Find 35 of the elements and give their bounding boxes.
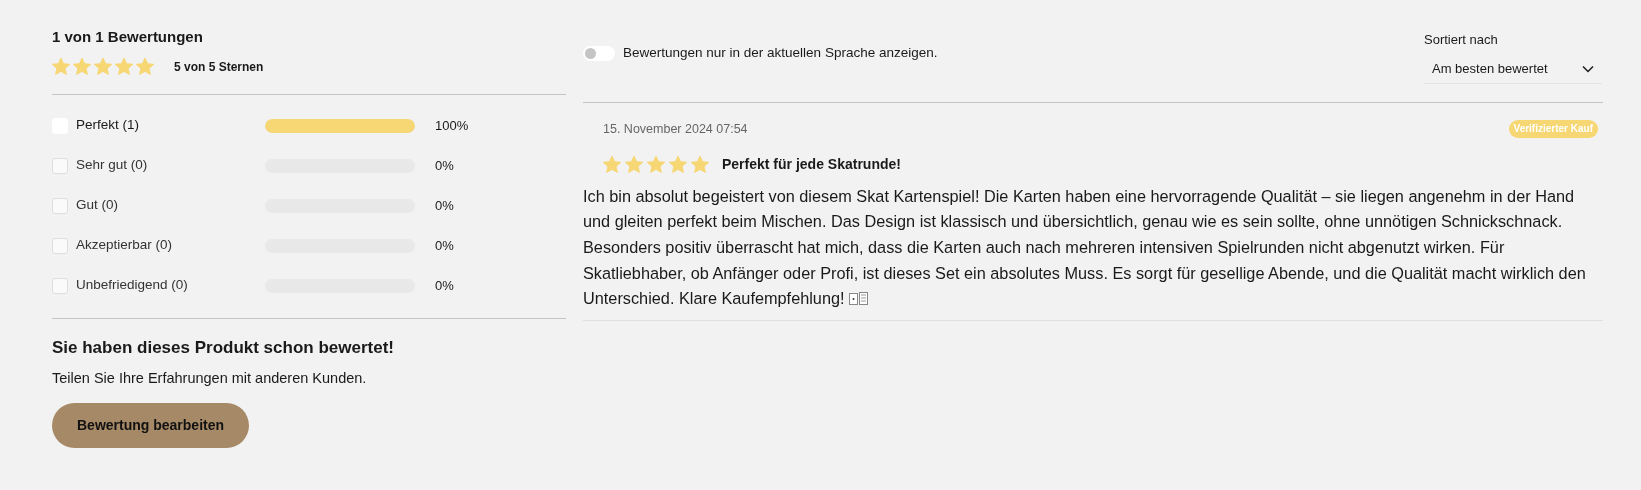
toggle-label: Bewertungen nur in der aktuellen Sprache anzeigen. xyxy=(623,44,938,62)
summary-title: 1 von 1 Bewertungen xyxy=(52,27,204,47)
toggle-switch[interactable] xyxy=(583,45,615,61)
rating-label: Unbefriedigend (0) xyxy=(76,276,189,295)
sort-dropdown[interactable]: Am besten bewertet xyxy=(1424,55,1602,84)
percent-label: 0% xyxy=(435,276,454,295)
star-icon xyxy=(73,58,91,75)
review-date: 15. November 2024 07:54 xyxy=(603,121,748,138)
review-text: Ich bin absolut begeistert von diesem Skat Kartenspiel! Die Karten haben eine hervorragende Qualität – sie liegen angenehm in der Hand und gleiten perfekt beim Mischen. Das Design ist klassisch und übersichtlich, genau wie es sein sollte, ohne unnötigen Schnickschnack. Besonders positiv überrascht hat mich, dass die Karten auch nach mehreren intensiven Spielrunden nicht abgenutzt wirken. Für Skatliebhaber, ob Anfänger oder Profi, ist dieses Set ein absolutes Muss. Es sorgt für gesellige Abende, und die Qualität macht wirklich den Unterschied. Klare Kaufempfehlung! xyxy=(583,185,1587,310)
star-icon xyxy=(52,58,70,75)
sort-label: Sortiert nach xyxy=(1424,31,1499,49)
card-icon xyxy=(849,292,870,307)
rating-label: 5 von 5 Sternen xyxy=(174,58,264,76)
percent-label: 0% xyxy=(435,196,454,215)
chevron-down-icon xyxy=(1582,65,1594,73)
edit-review-button[interactable]: Bewertung bearbeiten xyxy=(52,402,250,448)
percent-label: 100% xyxy=(435,116,469,135)
percent-label: 0% xyxy=(435,156,454,175)
verified-badge: Verifizierter Kauf xyxy=(1508,120,1598,139)
star-icon xyxy=(136,58,154,75)
rating-label: Gut (0) xyxy=(76,196,119,215)
star-icon xyxy=(625,155,643,173)
section-heading: Sie haben dieses Produkt schon bewertet! xyxy=(52,336,395,359)
rating-label: Akzeptierbar (0) xyxy=(76,236,174,255)
percent-label: 0% xyxy=(435,236,454,255)
star-icon xyxy=(647,155,665,173)
star-icon xyxy=(669,155,687,173)
description-text: Teilen Sie Ihre Erfahrungen mit anderen Kunden. xyxy=(52,369,368,388)
star-icon xyxy=(94,58,112,75)
star-icon xyxy=(115,58,133,75)
review-title: Perfekt für jede Skatrunde! xyxy=(722,154,901,174)
rating-label: Sehr gut (0) xyxy=(76,156,149,175)
rating-label: Perfekt (1) xyxy=(76,116,141,135)
star-icon xyxy=(691,155,709,173)
star-icon xyxy=(603,155,621,173)
